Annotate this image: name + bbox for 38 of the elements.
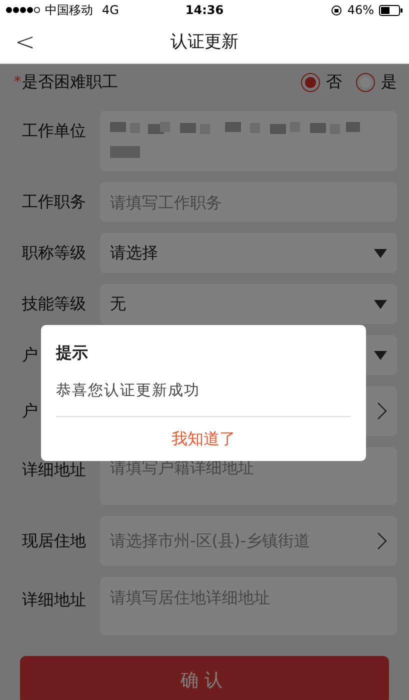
radio-option[interactable]: 是 bbox=[356, 72, 397, 92]
carrier-text: 中国移动 bbox=[45, 2, 93, 18]
dialog-message: 恭喜您认证更新成功 bbox=[56, 381, 201, 400]
field-label: 是否困难职工 bbox=[22, 72, 119, 92]
dropdown-triangle-icon bbox=[374, 300, 387, 308]
network-text: 4G bbox=[102, 3, 119, 17]
chevron-right-icon bbox=[377, 402, 387, 420]
chevron-right-icon bbox=[377, 532, 387, 550]
field-label: 详细地址 bbox=[22, 590, 86, 610]
time-text: 14:36 bbox=[185, 3, 224, 17]
field-label: 技能等级 bbox=[22, 294, 86, 314]
back-button[interactable]: < bbox=[0, 20, 50, 63]
picker-field[interactable]: 请选择市州-区(县)-乡镇街道 bbox=[100, 516, 397, 566]
battery-text: 46% bbox=[347, 3, 374, 17]
radio-option[interactable]: 否 bbox=[301, 72, 342, 92]
dropdown-field[interactable]: 无 bbox=[100, 284, 397, 324]
input-field[interactable]: 请填写居住地详细地址 bbox=[100, 577, 397, 635]
dropdown-field[interactable]: 请选择 bbox=[100, 233, 397, 273]
page-title: 认证更新 bbox=[170, 31, 238, 53]
radio-icon bbox=[301, 72, 320, 92]
dropdown-triangle-icon bbox=[374, 350, 387, 360]
signal-icon bbox=[6, 7, 40, 13]
rotation-lock-icon bbox=[331, 4, 342, 16]
field-label: 户 bbox=[22, 400, 38, 422]
required-mark: * bbox=[14, 74, 22, 90]
input-field[interactable]: 请填写工作职务 bbox=[100, 182, 397, 222]
field-label: 职称等级 bbox=[22, 242, 86, 264]
radio-icon bbox=[356, 72, 375, 92]
field-label: 现居住地 bbox=[22, 530, 86, 552]
field-label: 工作职务 bbox=[22, 192, 86, 212]
field-label: 详细地址 bbox=[22, 460, 86, 480]
confirm-button[interactable]: 确认 bbox=[20, 656, 389, 700]
input-field[interactable] bbox=[100, 111, 397, 171]
field-label: 户 bbox=[22, 344, 38, 366]
battery-icon bbox=[378, 4, 403, 16]
dialog-title: 提示 bbox=[56, 343, 89, 364]
field-label: 工作单位 bbox=[22, 120, 86, 142]
dropdown-triangle-icon bbox=[374, 248, 387, 258]
